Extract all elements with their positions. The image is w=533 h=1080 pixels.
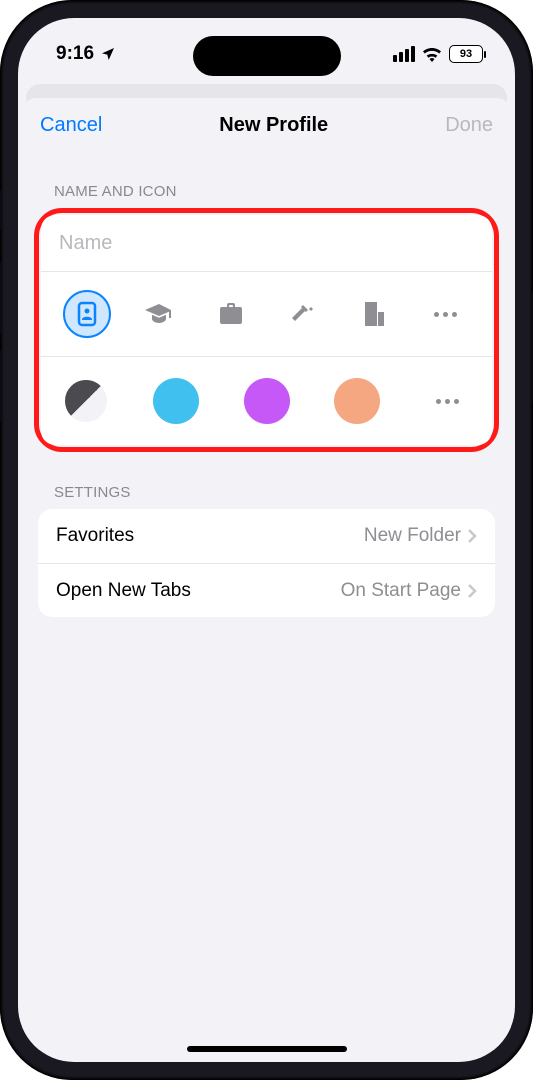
favorites-label: Favorites	[56, 525, 134, 547]
building-icon	[363, 302, 385, 326]
wifi-icon	[422, 47, 442, 62]
icon-option-briefcase[interactable]	[207, 290, 255, 338]
location-icon	[100, 46, 116, 62]
battery-icon: 93	[449, 45, 483, 63]
section-label-settings: SETTINGS	[22, 452, 511, 509]
section-label-name-icon: NAME AND ICON	[22, 151, 511, 208]
chevron-right-icon	[467, 583, 477, 599]
done-button[interactable]: Done	[445, 114, 493, 137]
favorites-row[interactable]: Favorites New Folder	[38, 509, 495, 563]
icon-option-graduation[interactable]	[135, 290, 183, 338]
graduation-cap-icon	[145, 304, 173, 324]
modal-title: New Profile	[219, 114, 328, 137]
briefcase-icon	[219, 303, 243, 325]
id-badge-icon	[77, 301, 97, 327]
cellular-icon	[393, 46, 415, 62]
home-indicator[interactable]	[187, 1046, 347, 1052]
more-icon	[434, 312, 457, 317]
side-button	[0, 190, 2, 230]
phone-frame: 9:16 93 Cancel New Profile Done NAME AND…	[0, 0, 533, 1080]
color-option-default[interactable]	[63, 378, 109, 424]
color-option-purple[interactable]	[244, 378, 290, 424]
favorites-value: New Folder	[364, 525, 461, 547]
cancel-button[interactable]: Cancel	[40, 114, 102, 137]
status-time: 9:16	[56, 43, 94, 65]
annotation-highlight	[34, 208, 499, 452]
open-new-tabs-label: Open New Tabs	[56, 580, 191, 602]
icon-option-building[interactable]	[350, 290, 398, 338]
color-option-orange[interactable]	[334, 378, 380, 424]
open-new-tabs-row[interactable]: Open New Tabs On Start Page	[38, 563, 495, 617]
color-option-more[interactable]	[424, 377, 470, 425]
more-icon	[436, 399, 459, 404]
side-button	[0, 350, 2, 422]
icon-option-id-badge[interactable]	[63, 290, 111, 338]
icon-option-hammer[interactable]	[278, 290, 326, 338]
color-option-blue[interactable]	[153, 378, 199, 424]
hammer-icon	[290, 302, 314, 326]
dynamic-island	[193, 36, 341, 76]
side-button	[0, 262, 2, 334]
chevron-right-icon	[467, 528, 477, 544]
icon-option-more[interactable]	[422, 290, 470, 338]
modal-sheet: Cancel New Profile Done NAME AND ICON	[22, 98, 511, 1050]
profile-name-input[interactable]	[59, 232, 474, 255]
open-new-tabs-value: On Start Page	[341, 580, 461, 602]
